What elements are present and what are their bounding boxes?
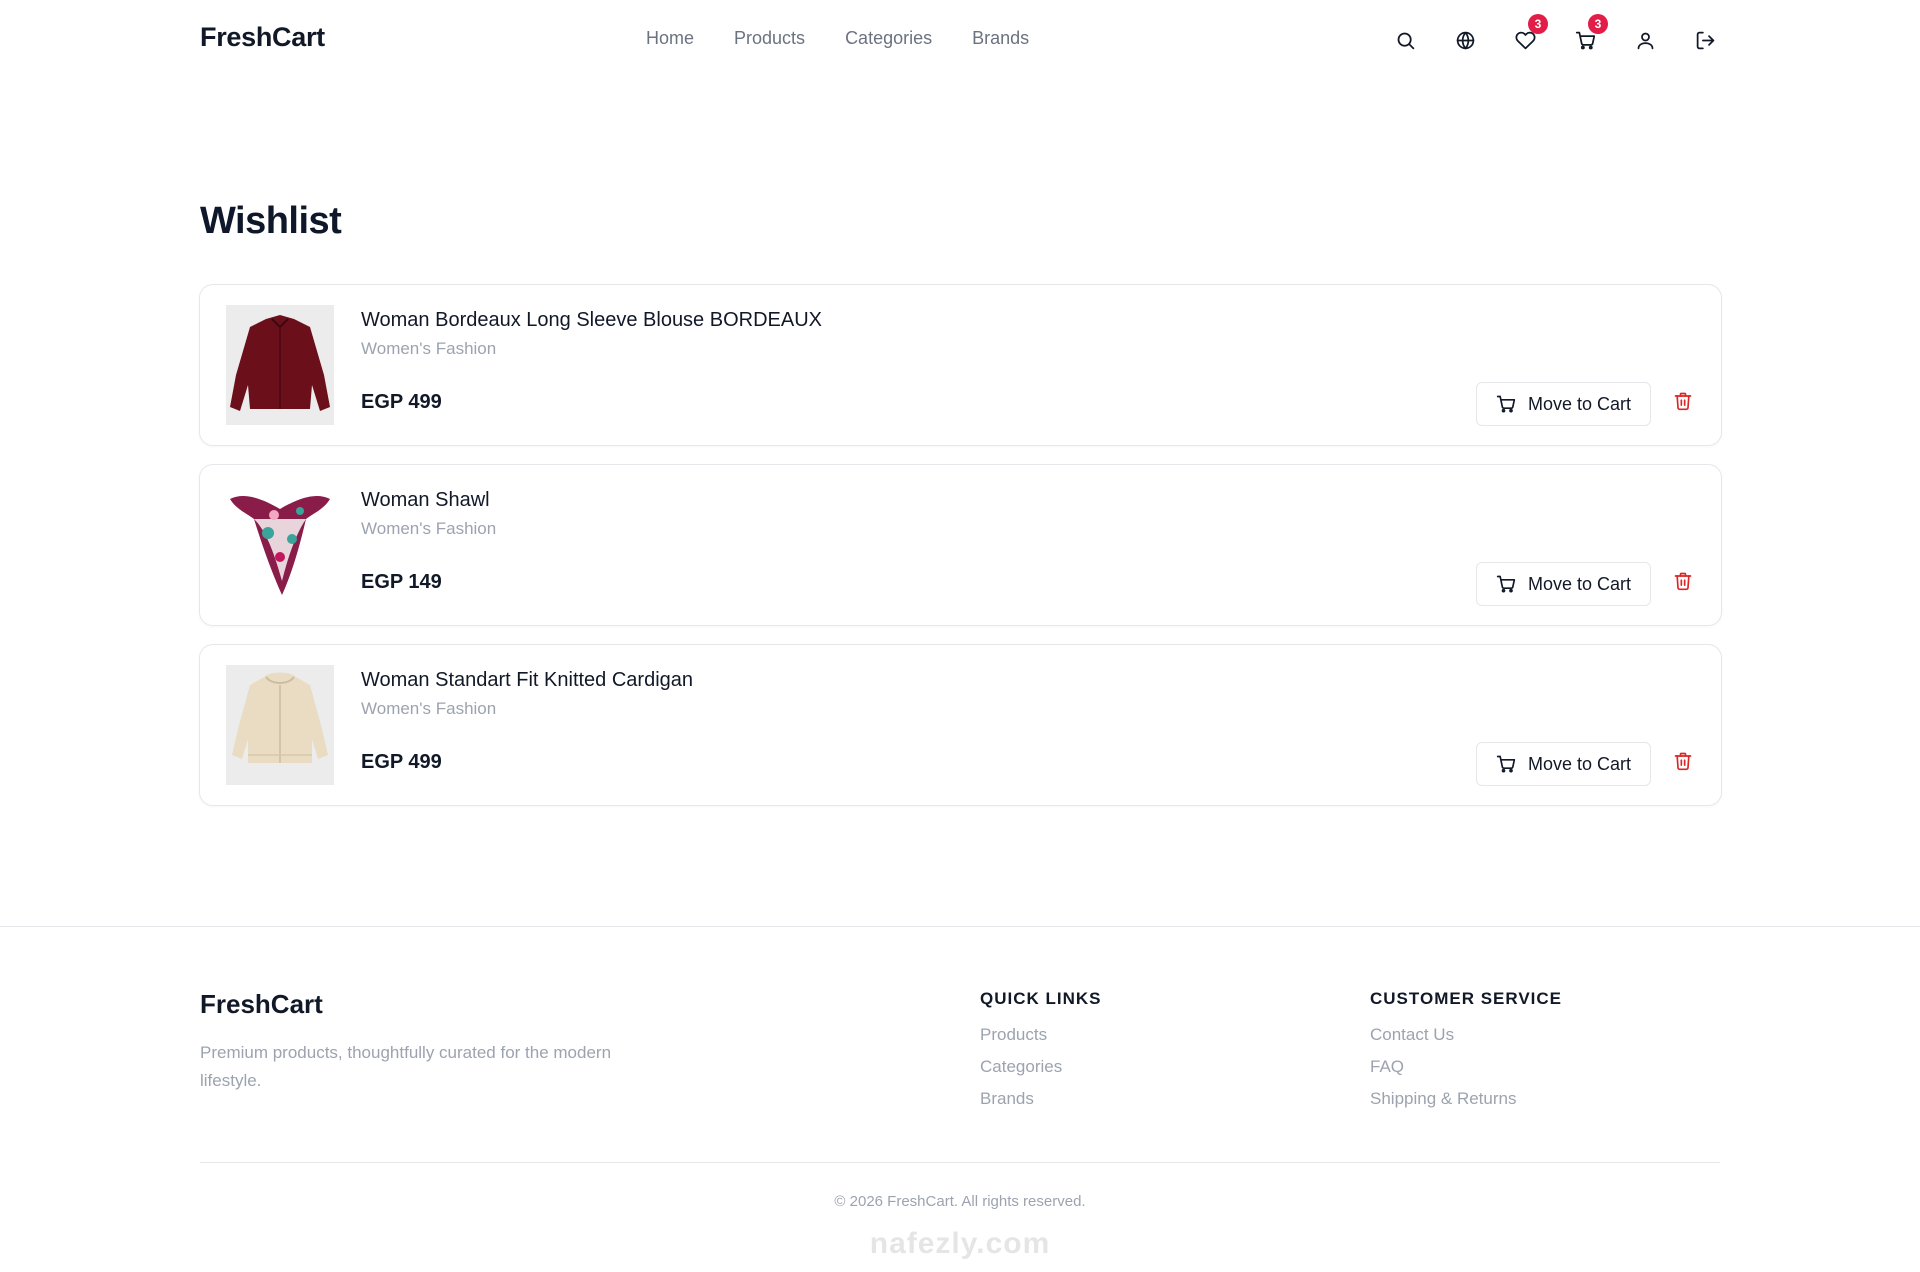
brand-logo[interactable]: FreshCart (200, 22, 325, 53)
trash-icon (1674, 572, 1692, 591)
trash-icon (1674, 392, 1692, 411)
move-to-cart-label: Move to Cart (1527, 573, 1632, 594)
product-thumbnail[interactable] (226, 485, 334, 605)
wishlist-list: Woman Bordeaux Long Sleeve Blouse BORDEA… (199, 284, 1722, 824)
search-button[interactable] (1375, 24, 1435, 56)
shawl-image (230, 496, 330, 595)
footer-link-faq[interactable]: FAQ (1370, 1057, 1562, 1077)
product-category: Women's Fashion (361, 339, 497, 358)
footer-link-categories[interactable]: Categories (980, 1057, 1102, 1077)
move-to-cart-button[interactable]: Move to Cart (1476, 742, 1651, 786)
page-title: Wishlist (200, 200, 342, 242)
header-actions: 3 3 (1375, 14, 1735, 56)
cart-icon (1496, 575, 1516, 593)
product-price: EGP 149 (361, 571, 442, 593)
product-name[interactable]: Woman Bordeaux Long Sleeve Blouse BORDEA… (361, 309, 822, 332)
wishlist-item: Woman Bordeaux Long Sleeve Blouse BORDEA… (199, 284, 1722, 446)
product-price: EGP 499 (361, 751, 442, 773)
product-name[interactable]: Woman Standart Fit Knitted Cardigan (361, 669, 693, 692)
copyright: © 2026 FreshCart. All rights reserved. (834, 1193, 1086, 1210)
footer-link-contact[interactable]: Contact Us (1370, 1025, 1562, 1045)
language-button[interactable] (1435, 24, 1495, 56)
product-category: Women's Fashion (361, 519, 497, 538)
move-to-cart-button[interactable]: Move to Cart (1476, 562, 1651, 606)
cart-count-badge: 3 (1588, 14, 1608, 34)
cart-icon (1496, 395, 1516, 413)
blouse-image (230, 315, 330, 411)
wishlist-item: Woman Standart Fit Knitted Cardigan Wome… (199, 644, 1722, 806)
footer-description: Premium products, thoughtfully curated f… (200, 1043, 612, 1090)
customer-service: CUSTOMER SERVICE Contact Us FAQ Shipping… (1370, 989, 1562, 1121)
globe-icon (1456, 31, 1474, 49)
move-to-cart-label: Move to Cart (1527, 393, 1632, 414)
trash-icon (1674, 752, 1692, 771)
product-price: EGP 499 (361, 391, 442, 413)
quick-links-heading: QUICK LINKS (980, 989, 1102, 1008)
customer-service-heading: CUSTOMER SERVICE (1370, 989, 1563, 1008)
site-header: FreshCart Home Products Categories Brand… (0, 0, 1920, 80)
move-to-cart-label: Move to Cart (1527, 753, 1632, 774)
product-name[interactable]: Woman Shawl (361, 489, 490, 512)
cardigan-image (232, 672, 328, 763)
cart-icon (1496, 755, 1516, 773)
footer-link-shipping[interactable]: Shipping & Returns (1370, 1089, 1562, 1109)
product-thumbnail[interactable] (226, 305, 334, 425)
logout-icon (1696, 31, 1714, 49)
account-button[interactable] (1615, 24, 1675, 56)
watermark: nafezly.com (869, 1227, 1051, 1260)
site-footer: FreshCart Premium products, thoughtfully… (0, 926, 1920, 1272)
logout-button[interactable] (1675, 24, 1735, 56)
cart-button[interactable]: 3 (1555, 14, 1615, 56)
nav-home[interactable]: Home (646, 28, 694, 49)
remove-item-button[interactable] (1671, 568, 1695, 594)
footer-link-products[interactable]: Products (980, 1025, 1102, 1045)
move-to-cart-button[interactable]: Move to Cart (1476, 382, 1651, 426)
footer-brand[interactable]: FreshCart (200, 989, 323, 1020)
main-nav: Home Products Categories Brands (646, 28, 1029, 49)
product-thumbnail[interactable] (226, 665, 334, 785)
nav-categories[interactable]: Categories (845, 28, 932, 49)
nav-products[interactable]: Products (734, 28, 805, 49)
user-icon (1637, 32, 1653, 49)
quick-links: QUICK LINKS Products Categories Brands (980, 989, 1102, 1121)
nav-brands[interactable]: Brands (972, 28, 1029, 49)
remove-item-button[interactable] (1671, 388, 1695, 414)
search-icon (1397, 32, 1414, 49)
footer-link-brands[interactable]: Brands (980, 1089, 1102, 1109)
wishlist-button[interactable]: 3 (1495, 14, 1555, 56)
product-category: Women's Fashion (361, 699, 497, 718)
footer-divider (200, 1162, 1720, 1163)
wishlist-item: Woman Shawl Women's Fashion EGP 149 Move… (199, 464, 1722, 626)
wishlist-count-badge: 3 (1528, 14, 1548, 34)
remove-item-button[interactable] (1671, 748, 1695, 774)
